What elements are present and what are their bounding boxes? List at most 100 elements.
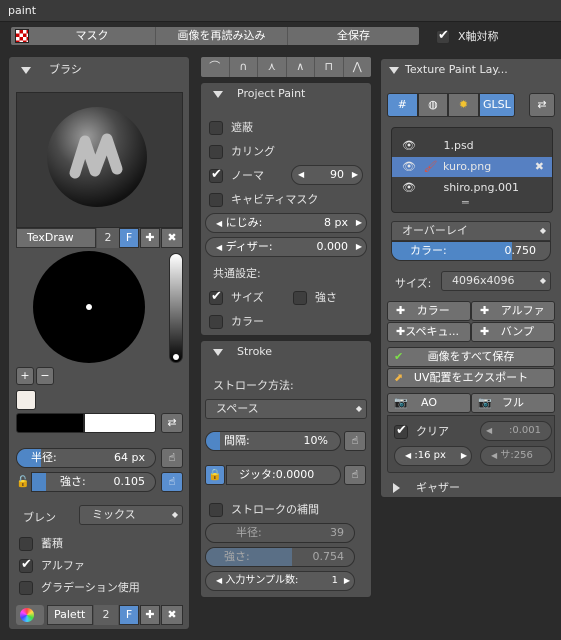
curve-sharp-icon[interactable]: ∧: [287, 57, 315, 77]
jitter-pressure-button[interactable]: ☝: [344, 465, 366, 485]
radius-pressure-button[interactable]: ☝: [161, 448, 183, 468]
spacing-pressure-button[interactable]: ☝: [344, 431, 366, 451]
culling-toggle[interactable]: カリング: [209, 143, 275, 159]
material-mode-button[interactable]: ◍: [417, 93, 449, 117]
normal-angle-field[interactable]: ◀ 90 ▶: [291, 165, 363, 185]
clear-toggle[interactable]: クリア: [394, 423, 449, 439]
palette-name-field[interactable]: Palett: [47, 605, 93, 625]
bake-full-button[interactable]: 📷 フル: [471, 393, 555, 413]
close-icon[interactable]: ✖: [535, 157, 544, 177]
bake-samples-field[interactable]: ◀ サ:256: [480, 446, 552, 466]
palette-icon[interactable]: [16, 605, 44, 625]
remove-brush-button[interactable]: ✖: [161, 228, 183, 248]
curve-root-icon[interactable]: ⋏: [258, 57, 287, 77]
radius-slider[interactable]: 半径: 64 px: [16, 448, 156, 468]
save-all-images-button[interactable]: ✔ 画像をすべて保存: [387, 347, 555, 367]
add-palette-button[interactable]: ✚: [140, 605, 160, 625]
input-samples-field[interactable]: ◀ 入力サンプル数: 1 ▶: [205, 571, 355, 591]
strength-slider[interactable]: 強さ: 0.105: [31, 472, 156, 492]
list-resize-handle[interactable]: ═: [462, 196, 469, 209]
pen-pressure-icon: ☝: [351, 434, 359, 447]
primary-color[interactable]: [16, 413, 84, 433]
bake-ao-button[interactable]: 📷 AO: [387, 393, 471, 413]
strength-lock-icon[interactable]: 🔓: [16, 472, 30, 492]
size-dropdown[interactable]: 4096x4096 ◆: [441, 271, 551, 291]
export-uv-button[interactable]: ⬈ UV配置をエクスポート: [387, 368, 555, 388]
save-all-button[interactable]: 全保存: [288, 27, 419, 45]
texture-mode-button[interactable]: #: [387, 93, 418, 117]
refresh-icon: ⇄: [537, 98, 547, 111]
gradient-toggle[interactable]: グラデーション使用: [19, 579, 140, 595]
common-color-toggle[interactable]: カラー: [209, 313, 264, 329]
color-swatch[interactable]: [16, 390, 36, 410]
layer-item[interactable]: 👁 1.psd: [392, 136, 552, 156]
curve-line-icon[interactable]: ⊓: [315, 57, 344, 77]
strength-pressure-button[interactable]: ☝: [161, 472, 183, 492]
pen-pressure-icon: ☝: [168, 475, 176, 488]
brush-preview[interactable]: [16, 92, 183, 228]
cavity-toggle[interactable]: キャビティマスク: [209, 191, 318, 207]
normal-toggle[interactable]: ノーマ: [209, 167, 264, 183]
common-strength-toggle[interactable]: 強さ: [293, 289, 337, 305]
clear-threshold-field[interactable]: ◀:0.001: [480, 421, 552, 441]
occlude-toggle[interactable]: 遮蔽: [209, 119, 253, 135]
palette-users-count: 2: [94, 605, 118, 625]
stroke-header[interactable]: Stroke: [201, 341, 371, 363]
secondary-color[interactable]: [84, 413, 156, 433]
jitter-slider[interactable]: ジッタ:0.0000: [226, 465, 341, 485]
common-size-toggle[interactable]: サイズ: [209, 289, 264, 305]
curve-round-icon[interactable]: ∩: [230, 57, 258, 77]
curve-max-icon[interactable]: ⋀: [344, 57, 372, 77]
project-paint-header[interactable]: Project Paint: [201, 83, 371, 105]
x-mirror-toggle[interactable]: X軸対称: [436, 28, 499, 44]
smooth-strength-slider[interactable]: 強さ: 0.754: [205, 547, 355, 567]
eye-icon[interactable]: 👁: [402, 139, 416, 152]
layer-item[interactable]: 👁 shiro.png.001: [392, 178, 552, 198]
add-alpha-layer-button[interactable]: ✚ アルファ: [471, 301, 555, 321]
palette-fake-user-button[interactable]: F: [119, 605, 139, 625]
color-wheel[interactable]: [33, 251, 145, 363]
stroke-method-dropdown[interactable]: スペース ◆: [205, 399, 367, 419]
eye-icon[interactable]: 👁: [402, 181, 416, 194]
layer-item-selected[interactable]: 👁 🖌 kuro.png ✖: [392, 157, 552, 177]
glsl-mode-button[interactable]: GLSL: [478, 93, 516, 117]
mask-button[interactable]: マスク: [11, 27, 157, 45]
bleed-field[interactable]: ◀ にじみ: 8 px ▶: [205, 213, 367, 233]
accumulate-toggle[interactable]: 蓄積: [19, 535, 63, 551]
reload-image-button[interactable]: 画像を再読み込み: [156, 27, 289, 45]
alpha-toggle[interactable]: アルファ: [19, 557, 85, 573]
brush-panel: ブラシ TexDraw 2 F ✚ ✖ + − ⇄ 半径: 64 px ☝ 🔓 …: [8, 56, 190, 630]
size-label: サイズ:: [395, 277, 432, 290]
add-bump-layer-button[interactable]: ✚ バンプ: [471, 322, 555, 342]
curve-smooth-icon[interactable]: ⌒: [201, 57, 230, 77]
smooth-radius-slider[interactable]: 半径: 39: [205, 523, 355, 543]
add-specular-layer-button[interactable]: ✚スペキュ...: [387, 322, 471, 342]
eye-icon[interactable]: 👁: [402, 160, 416, 173]
jitter-lock-button[interactable]: 🔒: [205, 465, 225, 485]
brush-sphere-icon: [47, 107, 147, 207]
add-brush-button[interactable]: ✚: [140, 228, 160, 248]
value-slider[interactable]: [169, 253, 183, 363]
dither-field[interactable]: ◀ ディザー: 0.000 ▶: [205, 237, 367, 257]
blend-dropdown[interactable]: ミックス ◆: [79, 505, 183, 525]
collapse-icon: [389, 66, 399, 74]
layers-header[interactable]: Texture Paint Lay...: [381, 59, 561, 81]
spacing-slider[interactable]: 間隔: 10%: [205, 431, 341, 451]
remove-palette-button[interactable]: ✖: [161, 605, 183, 625]
remove-color-button[interactable]: −: [36, 367, 54, 385]
brush-name-field[interactable]: TexDraw: [16, 228, 96, 248]
dropdown-icon: ◆: [539, 276, 546, 285]
light-mode-button[interactable]: ✹: [448, 93, 479, 117]
smooth-stroke-toggle[interactable]: ストロークの補間: [209, 501, 319, 517]
add-color-layer-button[interactable]: ✚ カラー: [387, 301, 471, 321]
refresh-layers-button[interactable]: ⇄: [529, 93, 555, 117]
gather-section[interactable]: ギャザー: [393, 479, 460, 495]
swap-colors-button[interactable]: ⇄: [161, 413, 183, 433]
bake-margin-field[interactable]: ◀ :16 px ▶: [394, 446, 472, 466]
brush-panel-header[interactable]: ブラシ: [9, 57, 189, 79]
x-mirror-checkbox[interactable]: [436, 28, 450, 44]
brush-fake-user-button[interactable]: F: [119, 228, 139, 248]
add-color-button[interactable]: +: [16, 367, 34, 385]
layer-color-slider[interactable]: カラー: 0.750: [391, 241, 551, 261]
layer-blend-dropdown[interactable]: オーバーレイ ◆: [391, 221, 551, 241]
